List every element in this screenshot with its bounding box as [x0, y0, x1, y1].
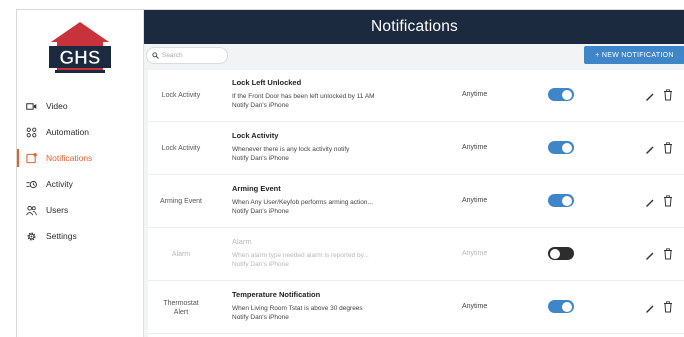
app-frame: GHS Video Automation Notifications Activ… [16, 9, 684, 337]
notification-details: Alarm When alarm type needed alarm is re… [232, 237, 442, 269]
enable-toggle[interactable] [548, 194, 574, 207]
notification-target: Notify Dan's iPhone [232, 155, 289, 162]
enable-toggle[interactable] [548, 88, 574, 101]
sidebar-item-label: Activity [46, 179, 73, 189]
notification-row: Arming Event Arming Event When Any User/… [148, 176, 684, 228]
notification-description: When Any User/Keyfob performs arming act… [232, 199, 373, 206]
notification-type: Arming Event [159, 198, 203, 205]
logo-text: GHS [59, 48, 100, 69]
enable-toggle[interactable] [548, 300, 574, 313]
notification-description: If the Front Door has been left unlocked… [232, 93, 375, 100]
notification-description: When Living Room Tstat is above 30 degre… [232, 305, 363, 312]
sidebar-item-automation[interactable]: Automation [17, 119, 144, 145]
page-title: Notifications [370, 18, 459, 35]
activity-icon [25, 178, 37, 190]
edit-icon[interactable] [645, 301, 655, 313]
toolbar: Search + NEW NOTIFICATION [144, 44, 684, 70]
users-icon [25, 204, 37, 216]
notification-details: Arming Event When Any User/Keyfob perfor… [232, 184, 442, 216]
notification-details: Temperature Notification When Living Roo… [232, 290, 442, 322]
sidebar-item-settings[interactable]: Settings [17, 223, 144, 249]
sidebar-item-label: Video [46, 101, 68, 111]
edit-icon[interactable] [645, 89, 655, 101]
notification-icon [25, 152, 37, 164]
notification-row: Lock Activity Lock Activity Whenever the… [148, 123, 684, 175]
search-placeholder: Search [162, 52, 183, 59]
notification-target: Notify Dan's iPhone [232, 314, 289, 321]
notification-target: Notify Dan's iPhone [232, 208, 289, 215]
page-header: Notifications [144, 10, 684, 44]
notification-row: Alarm Alarm When alarm type needed alarm… [148, 229, 684, 281]
video-camera-icon [25, 100, 37, 112]
sidebar-item-label: Notifications [46, 153, 93, 163]
gear-icon [25, 230, 37, 242]
trash-icon[interactable] [663, 247, 673, 260]
ghs-logo: GHS [45, 20, 115, 78]
notification-title: Alarm [232, 237, 252, 246]
notification-title: Lock Left Unlocked [232, 78, 302, 87]
automation-icon [25, 126, 37, 138]
trash-icon[interactable] [663, 300, 673, 313]
notification-target: Notify Dan's iPhone [232, 102, 289, 109]
notification-target: Notify Dan's iPhone [232, 261, 289, 268]
sidebar-item-label: Users [46, 205, 69, 215]
notification-details: Lock Activity Whenever there is any lock… [232, 131, 442, 163]
notification-time: Anytime [462, 303, 488, 310]
notification-time: Anytime [462, 91, 488, 98]
sidebar-item-users[interactable]: Users [17, 197, 144, 223]
notification-time: Anytime [462, 197, 488, 204]
notification-row: Lock Activity Lock Left Unlocked If the … [148, 70, 684, 122]
edit-icon[interactable] [645, 248, 655, 260]
notification-type: Alarm [171, 251, 191, 258]
sidebar-item-label: Settings [46, 231, 77, 241]
sidebar-item-video[interactable]: Video [17, 93, 144, 119]
edit-icon[interactable] [645, 195, 655, 207]
notification-type: Thermostat Alert [163, 299, 199, 316]
sidebar-item-label: Automation [46, 127, 89, 137]
notification-details: Lock Left Unlocked If the Front Door has… [232, 78, 442, 110]
enable-toggle[interactable] [548, 247, 574, 260]
notification-title: Arming Event [232, 184, 281, 193]
new-notification-button[interactable]: + NEW NOTIFICATION [584, 46, 684, 64]
sidebar-nav: Video Automation Notifications Activity [17, 93, 144, 249]
notification-title: Lock Activity [232, 131, 279, 140]
search-icon [152, 52, 159, 59]
sidebar-item-activity[interactable]: Activity [17, 171, 144, 197]
edit-icon[interactable] [645, 142, 655, 154]
notification-description: When alarm type needed alarm is reported… [232, 252, 369, 259]
notification-time: Anytime [462, 250, 488, 257]
trash-icon[interactable] [663, 88, 673, 101]
notification-title: Temperature Notification [232, 290, 321, 299]
notification-list: Lock Activity Lock Left Unlocked If the … [148, 70, 684, 337]
search-input[interactable]: Search [146, 47, 228, 64]
notification-type: Lock Activity [161, 92, 201, 99]
trash-icon[interactable] [663, 194, 673, 207]
trash-icon[interactable] [663, 141, 673, 154]
notification-row: Thermostat Alert Temperature Notificatio… [148, 282, 684, 334]
notification-time: Anytime [462, 144, 488, 151]
notification-type: Lock Activity [161, 145, 201, 152]
enable-toggle[interactable] [548, 141, 574, 154]
sidebar: GHS Video Automation Notifications Activ… [17, 10, 144, 337]
sidebar-item-notifications[interactable]: Notifications [17, 145, 144, 171]
notification-description: Whenever there is any lock activity noti… [232, 146, 350, 153]
